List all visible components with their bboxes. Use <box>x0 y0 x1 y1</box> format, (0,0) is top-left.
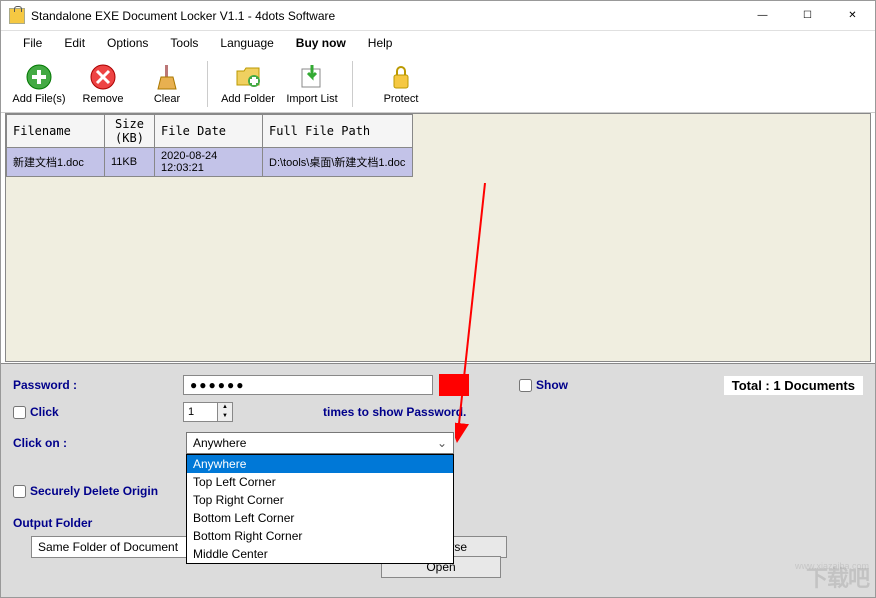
col-filename[interactable]: Filename <box>7 115 105 148</box>
menu-tools[interactable]: Tools <box>160 32 208 54</box>
col-size[interactable]: Size (KB) <box>105 115 155 148</box>
clickon-label: Click on : <box>13 428 183 450</box>
menu-language[interactable]: Language <box>210 32 283 54</box>
clear-button[interactable]: Clear <box>135 56 199 112</box>
menu-help[interactable]: Help <box>358 32 403 54</box>
combobox-selected[interactable]: Anywhere <box>186 432 454 454</box>
settings-panel: Password : ●●●●●● Show Total : 1 Documen… <box>1 363 875 597</box>
show-password-label: Show <box>536 378 568 392</box>
spinner-down[interactable]: ▼ <box>218 412 232 421</box>
lock-icon <box>387 63 415 91</box>
click-count-spinner[interactable]: 1 ▲ ▼ <box>183 402 233 422</box>
table-header-row: Filename Size (KB) File Date Full File P… <box>7 115 413 148</box>
remove-icon <box>89 63 117 91</box>
spinner-value: 1 <box>184 406 217 418</box>
password-strength-indicator <box>439 374 469 396</box>
add-folder-button[interactable]: Add Folder <box>216 56 280 112</box>
close-button[interactable]: ✕ <box>830 1 875 30</box>
password-input[interactable]: ●●●●●● <box>183 375 433 395</box>
menu-file[interactable]: File <box>13 32 52 54</box>
clickon-combobox[interactable]: Anywhere Anywhere Top Left Corner Top Ri… <box>186 432 454 564</box>
menubar: File Edit Options Tools Language Buy now… <box>1 31 875 55</box>
add-files-button[interactable]: Add File(s) <box>7 56 71 112</box>
maximize-button[interactable]: ☐ <box>785 1 830 30</box>
click-checkbox[interactable] <box>13 406 26 419</box>
securely-delete-label: Securely Delete Origin <box>30 484 158 498</box>
combo-option[interactable]: Bottom Right Corner <box>187 527 453 545</box>
combo-option[interactable]: Anywhere <box>187 455 453 473</box>
toolbar: Add File(s) Remove Clear Add Folder Impo… <box>1 55 875 113</box>
combo-option[interactable]: Bottom Left Corner <box>187 509 453 527</box>
folder-plus-icon <box>234 63 262 91</box>
window-title: Standalone EXE Document Locker V1.1 - 4d… <box>31 9 740 23</box>
spinner-up[interactable]: ▲ <box>218 403 232 412</box>
watermark-logo: 下载吧 <box>806 561 869 593</box>
col-fullpath[interactable]: Full File Path <box>263 115 413 148</box>
col-filedate[interactable]: File Date <box>155 115 263 148</box>
password-label: Password : <box>13 378 183 392</box>
cell-filedate: 2020-08-24 12:03:21 <box>155 148 263 177</box>
combobox-dropdown: Anywhere Top Left Corner Top Right Corne… <box>186 454 454 564</box>
securely-delete-checkbox[interactable] <box>13 485 26 498</box>
total-documents-label: Total : 1 Documents <box>724 376 863 395</box>
click-label: Click <box>30 405 59 419</box>
combo-option[interactable]: Top Right Corner <box>187 491 453 509</box>
menu-edit[interactable]: Edit <box>54 32 95 54</box>
table-row[interactable]: 新建文档1.doc 11KB 2020-08-24 12:03:21 D:\to… <box>7 148 413 177</box>
times-label: times to show Password. <box>323 405 466 419</box>
toolbar-separator <box>207 61 208 107</box>
minimize-button[interactable]: — <box>740 1 785 30</box>
import-icon <box>298 63 326 91</box>
titlebar: Standalone EXE Document Locker V1.1 - 4d… <box>1 1 875 31</box>
combo-option[interactable]: Top Left Corner <box>187 473 453 491</box>
menu-buynow[interactable]: Buy now <box>286 32 356 54</box>
toolbar-separator <box>352 61 353 107</box>
app-icon <box>9 8 25 24</box>
import-list-button[interactable]: Import List <box>280 56 344 112</box>
menu-options[interactable]: Options <box>97 32 158 54</box>
show-password-checkbox[interactable] <box>519 379 532 392</box>
cell-size: 11KB <box>105 148 155 177</box>
broom-icon <box>153 63 181 91</box>
plus-icon <box>25 63 53 91</box>
protect-button[interactable]: Protect <box>361 56 441 112</box>
file-grid-area: Filename Size (KB) File Date Full File P… <box>5 113 871 362</box>
remove-button[interactable]: Remove <box>71 56 135 112</box>
file-table[interactable]: Filename Size (KB) File Date Full File P… <box>6 114 413 177</box>
cell-filename: 新建文档1.doc <box>7 148 105 177</box>
cell-fullpath: D:\tools\桌面\新建文档1.doc <box>263 148 413 177</box>
combo-option[interactable]: Middle Center <box>187 545 453 563</box>
